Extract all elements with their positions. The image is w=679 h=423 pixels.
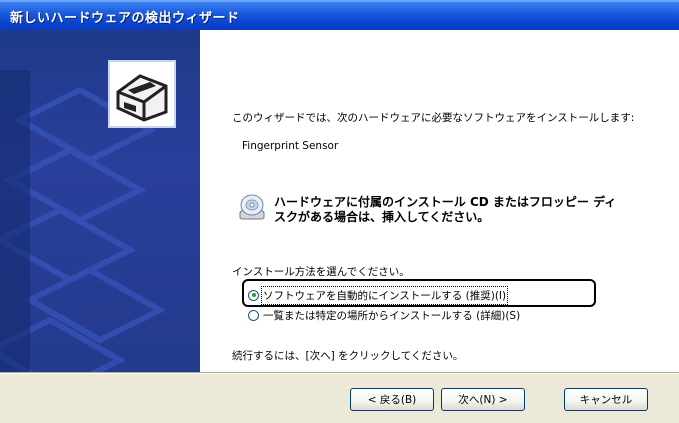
cd-prompt-line2: スクがある場合は、挿入してください。 [274,210,490,224]
option-manual-install[interactable]: 一覧または特定の場所からインストールする (詳細)(S) [248,306,520,324]
continue-text: 続行するには、[次へ] をクリックしてください。 [232,350,464,362]
window-title: 新しいハードウェアの検出ウィザード [10,11,240,26]
intro-text: このウィザードでは、次のハードウェアに必要なソフトウェアをインストールします: [232,112,635,124]
footer-divider-highlight [0,373,679,374]
cd-icon [239,194,265,220]
radio-button-selected[interactable] [248,289,259,301]
cancel-button[interactable]: キャンセル [564,388,648,411]
install-method-label: インストール方法を選んでください。 [232,266,410,278]
wizard-main: このウィザードでは、次のハードウェアに必要なソフトウェアをインストールします: … [200,30,679,372]
title-bar[interactable]: 新しいハードウェアの検出ウィザード [0,0,679,30]
wizard-sidebar [0,30,200,372]
hardware-wizard-icon [108,60,176,128]
wizard-window: 新しいハードウェアの検出ウィザード このウィザードでは、次のハードウェアに必要な… [0,0,679,423]
cd-prompt-text: ハードウェアに付属のインストール CD またはフロッピー ディ スクがある場合は… [274,195,616,225]
back-button[interactable]: < 戻る(B) [350,388,434,411]
cd-prompt-line1: ハードウェアに付属のインストール CD またはフロッピー ディ [274,195,617,209]
device-name: Fingerprint Sensor [242,140,339,152]
next-button[interactable]: 次へ(N) > [441,388,525,411]
option-auto-install-label[interactable]: ソフトウェアを自動的にインストールする (推奨)(I) [260,285,509,305]
option-manual-install-label[interactable]: 一覧または特定の場所からインストールする (詳細)(S) [263,308,520,323]
option-auto-install[interactable]: ソフトウェアを自動的にインストールする (推奨)(I) [248,285,509,305]
radio-button[interactable] [248,309,259,321]
wizard-content: このウィザードでは、次のハードウェアに必要なソフトウェアをインストールします: … [0,30,679,372]
